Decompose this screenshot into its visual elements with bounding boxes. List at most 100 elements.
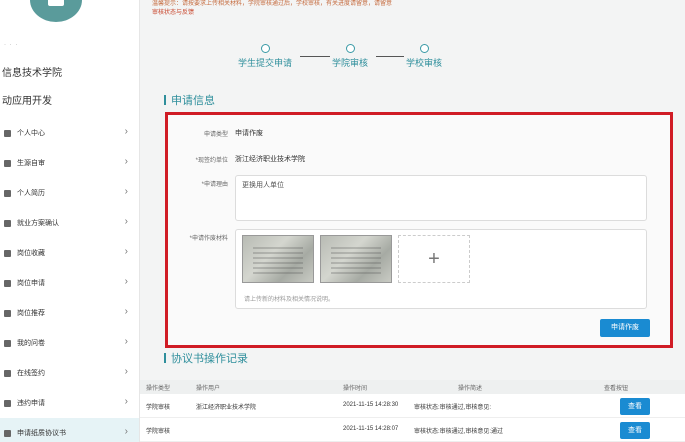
column-header: 操作时间 [343, 386, 368, 392]
column-header: 查看按钮 [604, 386, 629, 392]
person-icon [4, 129, 11, 137]
column-header: 操作类型 [146, 386, 171, 392]
avatar[interactable] [30, 0, 82, 22]
chevron-right-icon: › [124, 276, 128, 287]
section-title-records: 协议书操作记录 [164, 350, 248, 366]
user-icon [48, 0, 64, 6]
file-icon [4, 429, 11, 437]
chevron-right-icon: › [124, 366, 128, 377]
step-dot-icon [419, 44, 429, 53]
notice-line-1: 温馨提示：请按要求上传相关材料，学院审核通过后，学校审核，有关进度请留意，请留意 [152, 1, 393, 7]
sidebar-item-label: 就业方案确认 [17, 220, 59, 227]
main-content: 温馨提示：请按要求上传相关材料，学院审核通过后，学校审核，有关进度请留意，请留意… [140, 0, 685, 442]
sidebar-dots: · · · [4, 42, 19, 48]
cell-time: 2021-11-15 14:28:30 [343, 402, 399, 408]
records-table: 操作类型 操作用户 操作时间 操作简述 查看按钮 学院审核 浙江经济职业技术学院… [140, 380, 685, 442]
chevron-right-icon: › [124, 246, 128, 257]
cell-desc: 审核状态:审核通过,审核意见: [414, 405, 492, 411]
sidebar-item-label: 申请纸质协议书 [17, 430, 66, 437]
section-bar [164, 353, 166, 363]
sidebar-item-label: 个人中心 [17, 130, 45, 137]
sidebar-item-label: 个人简历 [17, 190, 45, 197]
view-button[interactable]: 查看 [620, 422, 650, 439]
school-name: 信息技术学院 [2, 68, 62, 79]
material-label: *申请作废材料 [189, 236, 228, 242]
reason-textarea[interactable]: 更换用人单位 [235, 175, 647, 221]
section-title-apply: 申请信息 [164, 92, 215, 108]
sidebar-item-job-favorites[interactable]: 岗位收藏 › [0, 238, 139, 268]
briefcase-icon [4, 279, 11, 287]
chevron-right-icon: › [124, 156, 128, 167]
view-button[interactable]: 查看 [620, 398, 650, 415]
sidebar: · · · 信息技术学院 动应用开发 个人中心 › 生源自审 › 个人简历 › 就业方… [0, 0, 140, 442]
uploaded-image-thumbnail[interactable] [320, 235, 392, 283]
step-dot-icon [260, 44, 270, 53]
warning-icon [4, 399, 11, 407]
step-label: 学生提交申请 [238, 58, 293, 68]
step-label: 学校审核 [406, 58, 443, 68]
progress-steps: 学生提交申请 学院审核 学校审核 [238, 44, 458, 74]
table-row: 学院审核 浙江经济职业技术学院 2021-11-15 14:28:30 审核状态… [140, 394, 685, 418]
sidebar-item-job-applications[interactable]: 岗位申请 › [0, 268, 139, 298]
sidebar-item-label: 违约申请 [17, 400, 45, 407]
step-connector [300, 56, 330, 57]
submit-void-button[interactable]: 申请作废 [600, 319, 650, 337]
chevron-right-icon: › [124, 426, 128, 437]
chevron-right-icon: › [124, 186, 128, 197]
upload-hint: 请上传新的材料及相关情况说明。 [244, 297, 335, 303]
sidebar-item-label: 我的问卷 [17, 340, 45, 347]
type-value: 申请作废 [235, 130, 263, 137]
sidebar-item-label: 生源自审 [17, 160, 45, 167]
step-college-review: 学院审核 [332, 44, 368, 69]
notice-line-2: 审核状态与反馈 [152, 10, 195, 16]
pen-icon [4, 369, 11, 377]
sidebar-item-breach-application[interactable]: 违约申请 › [0, 388, 139, 418]
chevron-right-icon: › [124, 336, 128, 347]
sidebar-item-label: 岗位申请 [17, 280, 45, 287]
column-header: 操作简述 [458, 386, 483, 392]
thumbs-up-icon [4, 309, 11, 317]
cell-time: 2021-11-15 14:28:07 [343, 426, 399, 432]
sidebar-item-job-recommend[interactable]: 岗位推荐 › [0, 298, 139, 328]
resume-icon [4, 189, 11, 197]
chevron-right-icon: › [124, 306, 128, 317]
clipboard-icon [4, 339, 11, 347]
sidebar-item-label: 岗位收藏 [17, 250, 45, 257]
chevron-right-icon: › [124, 126, 128, 137]
uploaded-image-thumbnail[interactable] [242, 235, 314, 283]
step-connector [376, 56, 404, 57]
reason-label: *申请理由 [201, 182, 228, 188]
sidebar-item-resume[interactable]: 个人简历 › [0, 178, 139, 208]
table-row: 学院审核 2021-11-15 14:28:07 审核状态:审核通过,审核意见:… [140, 418, 685, 442]
cell-type: 学院审核 [146, 405, 171, 411]
section-title-text: 申请信息 [171, 95, 215, 107]
sidebar-item-employment-plan[interactable]: 就业方案确认 › [0, 208, 139, 238]
star-icon [4, 249, 11, 257]
sidebar-menu: 个人中心 › 生源自审 › 个人简历 › 就业方案确认 › 岗位收藏 › 岗位申请 › 岗位… [0, 118, 139, 442]
step-label: 学院审核 [332, 58, 369, 68]
step-school-review: 学校审核 [406, 44, 442, 69]
unit-label: *现签约单位 [195, 158, 228, 164]
add-upload-button[interactable]: + [398, 235, 470, 283]
cell-type: 学院审核 [146, 429, 171, 435]
sidebar-item-paper-agreement[interactable]: 申请纸质协议书 › [0, 418, 139, 442]
step-submit: 学生提交申请 [238, 44, 292, 69]
table-header: 操作类型 操作用户 操作时间 操作简述 查看按钮 [140, 380, 685, 394]
sidebar-item-online-signing[interactable]: 在线签约 › [0, 358, 139, 388]
chevron-right-icon: › [124, 396, 128, 407]
section-title-text: 协议书操作记录 [171, 353, 248, 365]
step-dot-icon [345, 44, 355, 53]
material-upload-area: + 请上传新的材料及相关情况说明。 [235, 229, 647, 309]
column-header: 操作用户 [196, 386, 221, 392]
chevron-right-icon: › [124, 216, 128, 227]
sidebar-item-source-review[interactable]: 生源自审 › [0, 148, 139, 178]
section-bar [164, 95, 166, 105]
sidebar-item-personal-center[interactable]: 个人中心 › [0, 118, 139, 148]
cell-user: 浙江经济职业技术学院 [196, 405, 257, 411]
type-label: 申请类型 [203, 132, 228, 138]
cell-desc: 审核状态:审核通过,审核意见:通过 [414, 429, 504, 435]
sidebar-item-questionnaire[interactable]: 我的问卷 › [0, 328, 139, 358]
notice-text: 温馨提示：请按要求上传相关材料，学院审核通过后，学校审核，有关进度请留意，请留意… [152, 0, 392, 18]
sidebar-item-label: 在线签约 [17, 370, 45, 377]
major-name: 动应用开发 [2, 96, 52, 107]
